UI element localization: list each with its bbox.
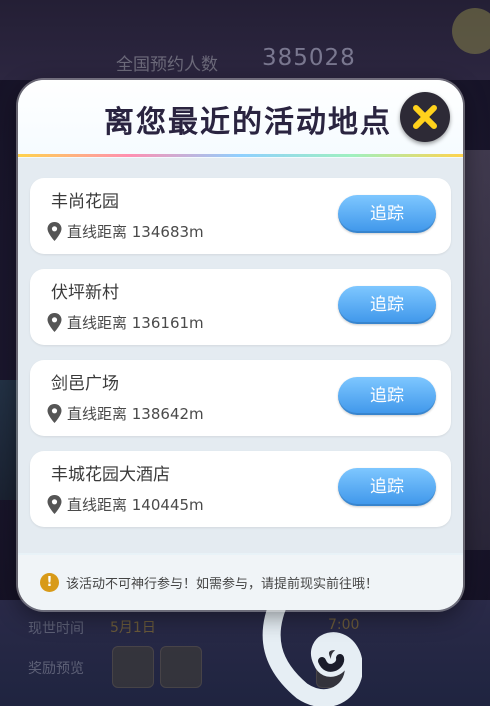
location-name: 丰城花园大酒店 <box>51 465 170 485</box>
track-button[interactable]: 追踪 <box>338 468 436 506</box>
distance-row: 直线距离 140445m <box>47 494 204 515</box>
background-header <box>0 0 490 80</box>
close-x-icon <box>413 105 437 129</box>
background-footer <box>0 600 490 706</box>
appear-time-value: 5月1日 <box>110 620 156 636</box>
location-name: 伏坪新村 <box>51 283 119 303</box>
distance-row: 直线距离 136161m <box>47 312 204 333</box>
nearest-locations-modal: 离您最近的活动地点 丰尚花园 直线距离 134683m 追踪 伏坪新村 直线距离… <box>18 80 463 610</box>
location-distance: 直线距离 140445m <box>67 496 204 514</box>
close-button[interactable] <box>400 92 450 142</box>
reward-item <box>160 646 202 688</box>
notice-bar: ! 该活动不可神行参与！如需参与，请提前现实前往哦！ <box>18 555 463 610</box>
reservation-count-value: 385028 <box>262 45 356 71</box>
map-pin-icon <box>47 313 62 332</box>
location-distance: 直线距离 134683m <box>67 223 204 241</box>
location-distance: 直线距离 136161m <box>67 314 204 332</box>
header-divider <box>18 154 463 157</box>
list-item: 伏坪新村 直线距离 136161m 追踪 <box>30 269 451 345</box>
reward-item <box>112 646 154 688</box>
list-item: 剑邑广场 直线距离 138642m 追踪 <box>30 360 451 436</box>
decorative-swirl <box>262 596 362 706</box>
track-button[interactable]: 追踪 <box>338 286 436 324</box>
reservation-count-label: 全国预约人数 <box>116 55 218 75</box>
location-name: 剑邑广场 <box>51 374 119 394</box>
distance-row: 直线距离 138642m <box>47 403 204 424</box>
track-button[interactable]: 追踪 <box>338 377 436 415</box>
modal-header: 离您最近的活动地点 <box>18 80 463 156</box>
map-pin-icon <box>47 222 62 241</box>
reward-preview-label: 奖励预览 <box>28 661 84 677</box>
distance-row: 直线距离 134683m <box>47 221 204 242</box>
map-pin-icon <box>47 495 62 514</box>
map-pin-icon <box>47 404 62 423</box>
notice-text: 该活动不可神行参与！如需参与，请提前现实前往哦！ <box>66 577 379 592</box>
modal-title: 离您最近的活动地点 <box>104 105 392 140</box>
appear-time-label: 现世时间 <box>28 621 84 637</box>
location-list[interactable]: 丰尚花园 直线距离 134683m 追踪 伏坪新村 直线距离 136161m 追… <box>18 158 463 553</box>
location-distance: 直线距离 138642m <box>67 405 204 423</box>
info-icon: ! <box>40 573 59 592</box>
location-name: 丰尚花园 <box>51 192 119 212</box>
list-item: 丰城花园大酒店 直线距离 140445m 追踪 <box>30 451 451 527</box>
background-side-panel <box>464 150 490 550</box>
list-item: 丰尚花园 直线距离 134683m 追踪 <box>30 178 451 254</box>
track-button[interactable]: 追踪 <box>338 195 436 233</box>
background-close-icon <box>452 8 490 54</box>
